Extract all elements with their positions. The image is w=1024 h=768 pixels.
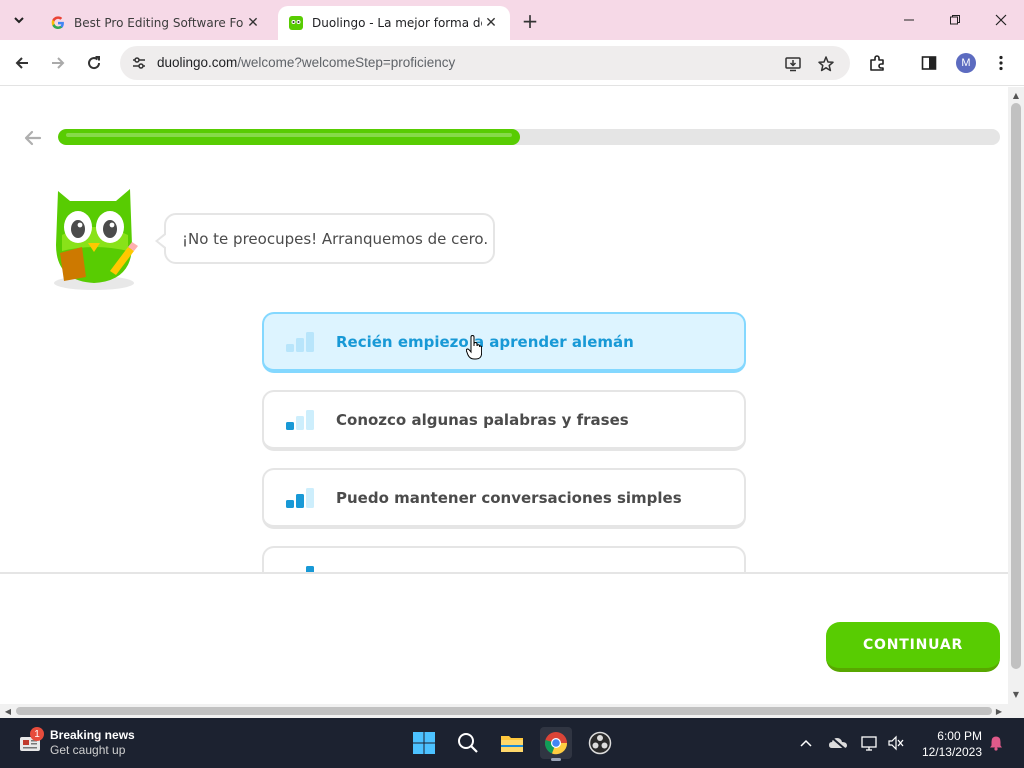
- scroll-corner: [1008, 704, 1024, 718]
- speech-bubble-text: ¡No te preocupes! Arranquemos de cero.: [182, 229, 489, 248]
- notifications-bell-icon[interactable]: [986, 733, 1006, 753]
- duolingo-favicon-icon: [288, 15, 304, 31]
- option-simple-conversations[interactable]: Puedo mantener conversaciones simples: [262, 468, 746, 529]
- url-path: /welcome?welcomeStep=proficiency: [237, 55, 456, 70]
- progress-bar: [58, 129, 1000, 145]
- horizontal-scroll-thumb[interactable]: [16, 707, 992, 715]
- level-bars-icon: [286, 332, 314, 352]
- profile-avatar[interactable]: M: [956, 53, 976, 73]
- address-bar[interactable]: duolingo.com/welcome?welcomeStep=profici…: [120, 46, 850, 80]
- close-icon[interactable]: ✕: [244, 14, 262, 32]
- taskbar: 1 Breaking news Get caught up 6:00 PM 12…: [0, 718, 1024, 768]
- volume-muted-icon[interactable]: [886, 733, 906, 753]
- scroll-down-arrow-icon[interactable]: ▼: [1011, 689, 1021, 699]
- browser-toolbar: duolingo.com/welcome?welcomeStep=profici…: [0, 40, 1024, 86]
- google-icon: [50, 15, 66, 31]
- footer: CONTINUAR: [0, 574, 1008, 704]
- tab-strip: Best Pro Editing Software For P ✕ Duolin…: [0, 0, 1024, 40]
- onedrive-paused-icon[interactable]: [828, 733, 848, 753]
- tab-best-pro-editing[interactable]: Best Pro Editing Software For P ✕: [40, 6, 272, 40]
- windows-logo-icon: [413, 732, 435, 754]
- arrow-right-icon: [52, 57, 65, 69]
- restore-button[interactable]: [932, 0, 978, 40]
- search-icon: [458, 733, 478, 753]
- minimize-icon: [904, 19, 914, 21]
- bookmark-star-icon[interactable]: [815, 53, 837, 75]
- page-content: ¡No te preocupes! Arranquemos de cero. R…: [0, 87, 1008, 704]
- tab-duolingo[interactable]: Duolingo - La mejor forma de a ✕: [278, 6, 510, 40]
- side-panel-icon[interactable]: [914, 48, 944, 78]
- show-hidden-icons-chevron-icon[interactable]: [796, 733, 816, 753]
- chrome-taskbar-button[interactable]: [540, 727, 572, 761]
- scroll-left-arrow-icon[interactable]: ◀: [3, 706, 13, 716]
- news-subtitle: Get caught up: [50, 743, 126, 757]
- news-icon: 1: [18, 727, 44, 755]
- chevron-down-icon: [14, 17, 24, 24]
- obs-studio-icon: [588, 731, 612, 755]
- clock-time: 6:00 PM: [937, 729, 982, 743]
- clock-date: 12/13/2023: [921, 745, 982, 759]
- continue-button[interactable]: CONTINUAR: [826, 622, 1000, 672]
- active-app-indicator: [551, 758, 561, 761]
- tab-search-button[interactable]: [6, 7, 32, 33]
- back-button[interactable]: [7, 48, 37, 78]
- install-app-icon[interactable]: [782, 53, 804, 75]
- option-beginner[interactable]: Recién empiezo a aprender alemán: [262, 312, 746, 373]
- new-tab-button[interactable]: +: [516, 8, 544, 34]
- horizontal-scrollbar[interactable]: ◀ ▶: [0, 704, 1008, 718]
- level-bars-icon: [286, 488, 314, 508]
- network-icon[interactable]: [860, 733, 880, 753]
- extensions-icon[interactable]: [862, 48, 892, 78]
- news-widget[interactable]: 1 Breaking news Get caught up: [18, 727, 135, 758]
- chrome-icon: [545, 732, 568, 755]
- url-text: duolingo.com/welcome?welcomeStep=profici…: [157, 55, 455, 70]
- option-label: Conozco algunas palabras y frases: [336, 410, 629, 429]
- forward-button[interactable]: [43, 48, 73, 78]
- restore-icon: [950, 15, 960, 25]
- scroll-right-arrow-icon[interactable]: ▶: [994, 706, 1004, 716]
- tab-title: Duolingo - La mejor forma de a: [312, 16, 482, 30]
- url-domain: duolingo.com: [157, 55, 238, 70]
- taskbar-search-button[interactable]: [452, 727, 484, 759]
- reload-icon: [88, 56, 101, 70]
- option-some-words[interactable]: Conozco algunas palabras y frases: [262, 390, 746, 451]
- duo-owl-mascot: [54, 189, 138, 290]
- hand-cursor-icon: [466, 335, 482, 360]
- scroll-up-arrow-icon[interactable]: ▲: [1011, 90, 1021, 100]
- news-title: Breaking news: [50, 728, 135, 742]
- level-bars-icon: [286, 410, 314, 430]
- close-window-button[interactable]: [978, 0, 1024, 40]
- arrow-left-icon: [15, 57, 28, 69]
- tab-title: Best Pro Editing Software For P: [74, 16, 244, 30]
- back-arrow-icon[interactable]: [22, 127, 44, 149]
- speech-bubble: ¡No te preocupes! Arranquemos de cero.: [155, 213, 495, 264]
- option-label: Puedo mantener conversaciones simples: [336, 488, 682, 507]
- file-explorer-button[interactable]: [496, 727, 528, 759]
- obs-taskbar-button[interactable]: [584, 727, 616, 759]
- minimize-button[interactable]: [886, 0, 932, 40]
- vertical-scroll-thumb[interactable]: [1011, 103, 1021, 669]
- option-label: Recién empiezo a aprender alemán: [336, 332, 634, 351]
- folder-icon: [501, 736, 523, 752]
- windows-start-button[interactable]: [408, 727, 440, 759]
- close-icon[interactable]: ✕: [482, 14, 500, 32]
- site-info-icon[interactable]: [130, 54, 148, 72]
- browser-menu-icon[interactable]: [986, 48, 1016, 78]
- news-badge: 1: [30, 727, 44, 741]
- system-clock[interactable]: 6:00 PM 12/13/2023: [912, 728, 982, 760]
- progress-bar-fill: [58, 129, 520, 145]
- vertical-scrollbar[interactable]: ▲ ▼: [1008, 87, 1024, 704]
- close-icon: [995, 14, 1007, 26]
- reload-button[interactable]: [79, 48, 109, 78]
